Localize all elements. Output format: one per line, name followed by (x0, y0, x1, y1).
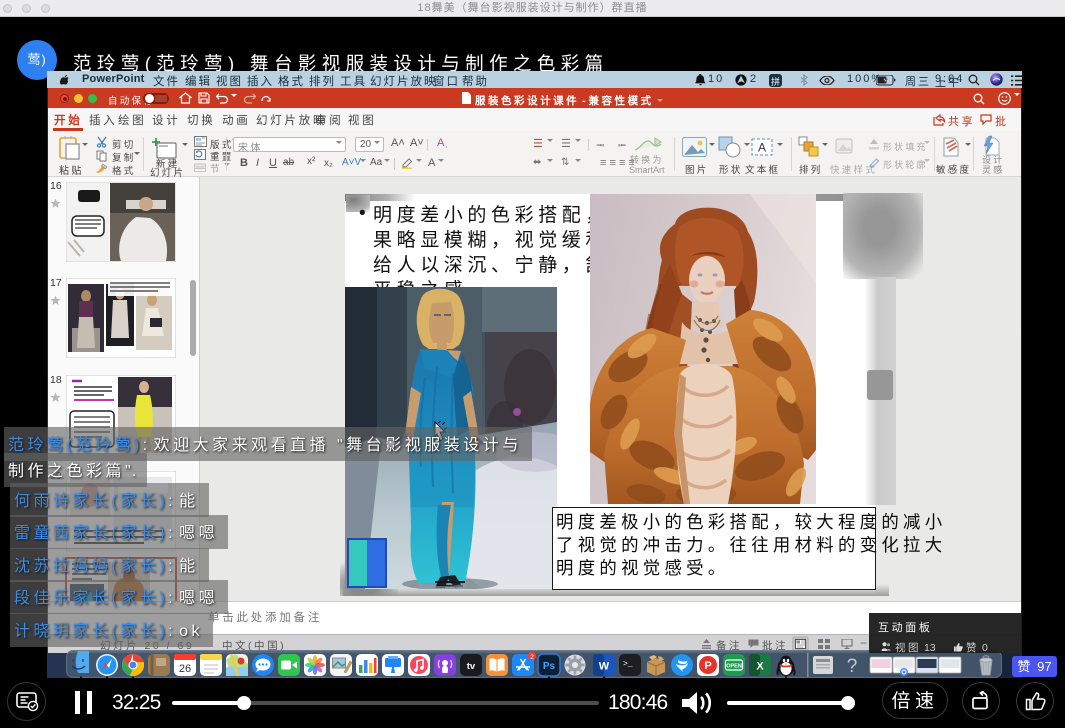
svg-text:26: 26 (179, 663, 191, 675)
svg-text:OPEN: OPEN (726, 664, 742, 670)
svg-text:X: X (756, 661, 764, 673)
svg-text:>_: >_ (623, 660, 633, 669)
svg-text:W: W (599, 661, 610, 673)
svg-text:A: A (758, 141, 766, 155)
svg-text:Ps: Ps (543, 661, 556, 672)
svg-text:?: ? (847, 656, 858, 677)
svg-text:P: P (704, 660, 711, 672)
svg-text:tv: tv (467, 661, 476, 672)
svg-text:2: 2 (530, 654, 534, 661)
